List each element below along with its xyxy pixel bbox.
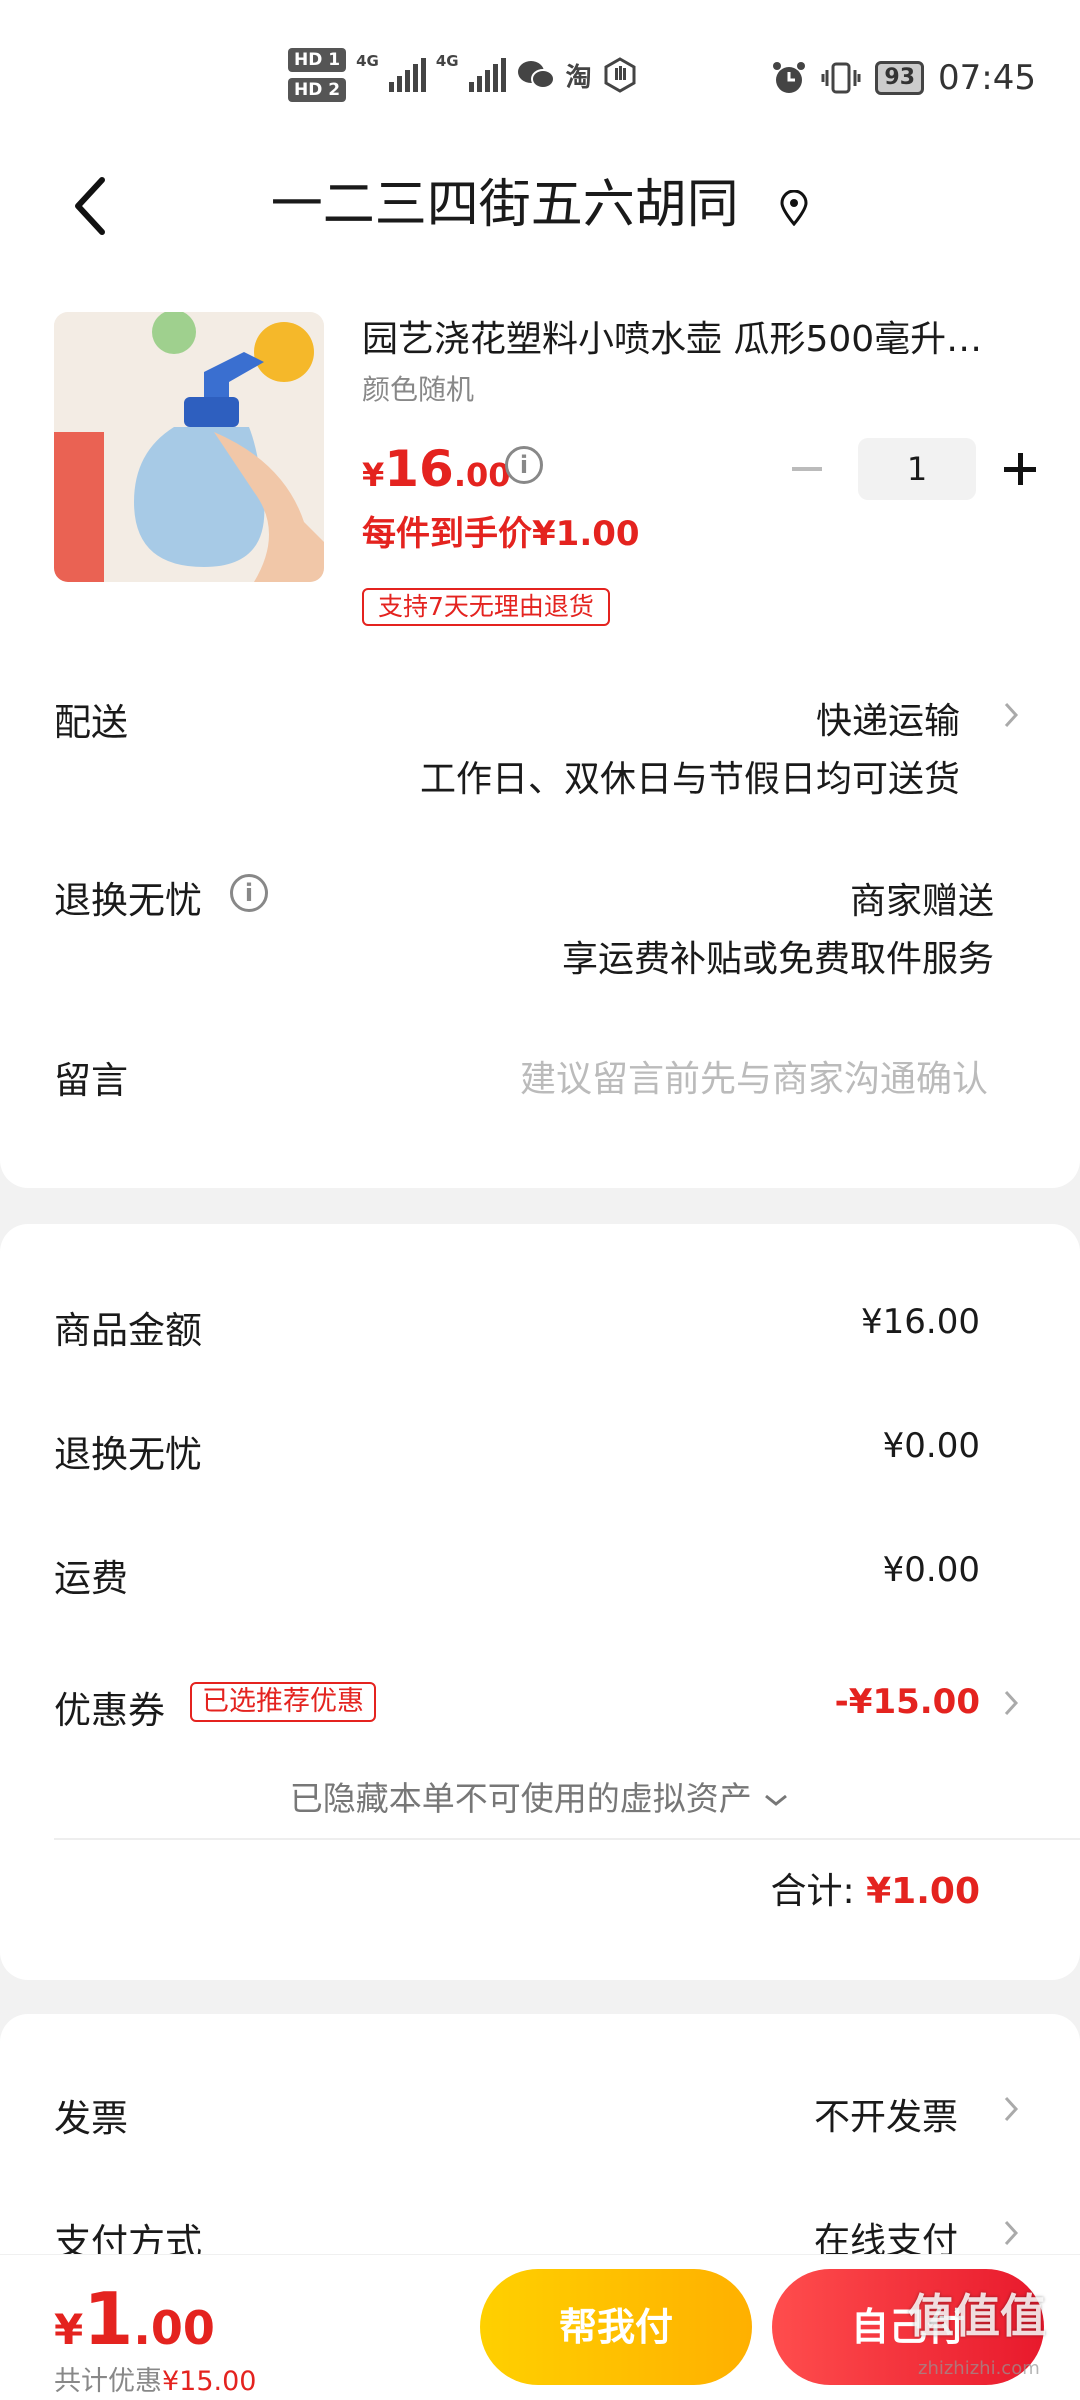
status-bar: HD 1 HD 2 4G 4G 淘 93 07:45 [0,0,1080,150]
clock: 07:45 [938,58,1036,98]
return-worry-value: 商家赠送 [849,881,994,922]
return-fee-value: ¥0.00 [882,1426,980,1466]
invoice-label: 发票 [54,2097,128,2140]
help-me-pay-button[interactable]: 帮我付 [480,2269,752,2385]
payment-chevron-icon[interactable] [1002,2218,1020,2248]
net1-label: 4G [356,52,379,70]
hidden-assets-text: 已隐藏本单不可使用的虚拟资产 [289,1779,752,1818]
return-policy-badge: 支持7天无理由退货 [362,588,610,626]
delivery-label: 配送 [54,701,128,744]
pay-integer: 1 [83,2277,134,2361]
increase-button[interactable] [1000,449,1040,489]
spray-bottle-image [54,312,324,582]
alarm-icon [773,62,806,93]
product-title[interactable]: 园艺浇花塑料小喷水壶 瓜形500毫升… [362,314,1022,366]
summary-divider [54,1838,1080,1840]
shipping-value: ¥0.00 [882,1550,980,1590]
return-worry-label: 退换无忧 [54,879,202,922]
pay-decimal: .00 [133,2301,215,2355]
product-image[interactable] [54,312,324,582]
address-text: 一二三四街五六胡同 [270,175,739,235]
return-worry-note: 享运费补贴或免费取件服务 [561,939,994,980]
total-discount: 共计优惠¥15.00 [54,2359,256,2398]
hidden-assets-toggle[interactable]: 已隐藏本单不可使用的虚拟资产 [0,1772,1080,1820]
delivery-note: 工作日、双休日与节假日均可送货 [419,759,960,800]
watermark-url: zhizhizhi.com [918,2358,1040,2379]
delivery-chevron-icon[interactable] [1002,700,1020,730]
location-pin-icon [780,190,808,226]
hand-icon [604,57,636,93]
coupon-chevron-icon[interactable] [1002,1688,1020,1718]
quantity-stepper: 1 [786,438,1040,500]
quantity-field[interactable]: 1 [858,438,976,500]
address-title[interactable]: 一二三四街五六胡同 [0,170,1080,240]
pay-amount: ¥1.00 [54,2277,215,2361]
taobao-icon: 淘 [565,62,592,93]
order-item-card: 园艺浇花塑料小喷水壶 瓜形500毫升… 颜色随机 ¥16.00 i 1 每件到手… [0,270,1080,1188]
decrease-button[interactable] [786,449,826,489]
hd-indicators: HD 1 HD 2 [288,48,347,102]
return-info-icon[interactable]: i [230,874,268,912]
product-price: ¥16.00 [362,440,511,498]
saved-value: ¥15.00 [162,2366,257,2397]
message-input[interactable]: 建议留言前先与商家沟通确认 [520,1050,988,1102]
watermark-logo: 值值值 [908,2289,1046,2343]
price-info-icon[interactable]: i [505,446,543,484]
price-decimal: .00 [453,456,511,494]
chevron-down-icon [765,1794,788,1806]
net2-label: 4G [435,52,459,70]
pay-symbol: ¥ [54,2305,84,2354]
status-right: 93 07:45 [771,58,1036,98]
message-label: 留言 [54,1059,128,1102]
coupon-value[interactable]: -¥15.00 [835,1682,980,1722]
total-value: ¥1.00 [866,1871,980,1912]
return-fee-label: 退换无忧 [54,1433,202,1476]
goods-amount-value: ¥16.00 [861,1302,980,1342]
invoice-chevron-icon[interactable] [1002,2094,1020,2124]
deal-price: 每件到手价¥1.00 [362,514,640,554]
price-symbol: ¥ [362,456,385,494]
product-spec: 颜色随机 [362,373,475,406]
shipping-label: 运费 [54,1557,128,1600]
hd2-badge: HD 2 [288,78,347,102]
delivery-method[interactable]: 快递运输 [816,692,960,744]
wechat-icon [517,61,555,89]
signal-2-icon [468,58,506,92]
order-total: 合计: ¥1.00 [771,1862,980,1914]
saved-label: 共计优惠 [54,2366,162,2397]
invoice-value[interactable]: 不开发票 [814,2088,958,2140]
coupon-tag: 已选推荐优惠 [190,1682,376,1722]
coupon-label: 优惠券 [54,1689,165,1732]
status-left: HD 1 HD 2 4G 4G 淘 [288,48,638,102]
signal-1-icon [388,58,426,92]
vibrate-icon [821,62,861,94]
total-label: 合计: [770,1871,855,1912]
battery-indicator: 93 [875,61,925,95]
nav-bar: 一二三四街五六胡同 [0,150,1080,270]
price-integer: 16 [384,440,454,498]
hd1-badge: HD 1 [288,48,347,72]
goods-amount-label: 商品金额 [54,1309,202,1352]
